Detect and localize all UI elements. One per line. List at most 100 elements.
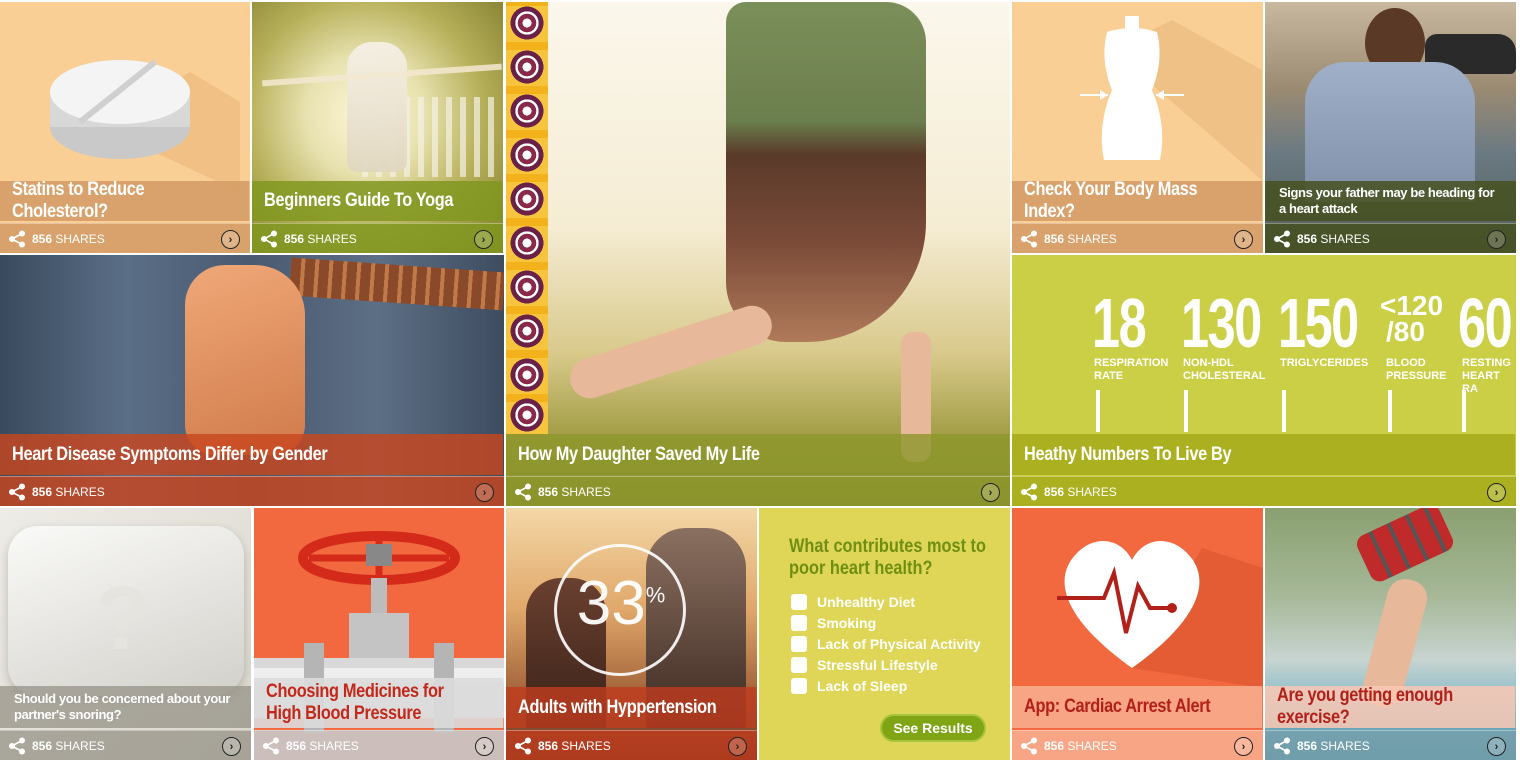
share-icon[interactable] [1273, 737, 1291, 755]
flower-icon [510, 6, 544, 40]
tile-numbers-title[interactable]: Heathy Numbers To Live By [1012, 434, 1515, 475]
percent-value: 33% [566, 568, 676, 639]
share-icon[interactable] [514, 737, 532, 755]
tile-exercise[interactable]: Are you getting enough exercise? 856 SHA… [1265, 508, 1516, 760]
arrow-circle-icon[interactable]: › [474, 230, 493, 249]
stat-value: 60 [1458, 284, 1513, 362]
arrow-circle-icon[interactable]: › [1487, 483, 1506, 502]
quiz-option[interactable]: Smoking [791, 615, 981, 631]
flower-icon [510, 182, 544, 216]
quiz-option[interactable]: Stressful Lifestyle [791, 657, 981, 673]
stat-label: TRIGLYCERIDES [1280, 357, 1368, 370]
stat-value: 18 [1092, 284, 1147, 362]
share-icon[interactable] [260, 230, 278, 248]
quiz-option[interactable]: Unhealthy Diet [791, 594, 981, 610]
checkbox-icon[interactable] [791, 636, 807, 652]
tile-daughter[interactable]: How My Daughter Saved My Life 856 SHARES… [506, 2, 1010, 506]
arrow-circle-icon[interactable]: › [1234, 230, 1253, 249]
tile-yoga-title[interactable]: Beginners Guide To Yoga [252, 181, 503, 221]
flower-icon [510, 226, 544, 260]
checkbox-icon[interactable] [791, 615, 807, 631]
share-bar[interactable]: 856 SHARES › [254, 730, 504, 760]
quiz-option-label: Lack of Sleep [817, 678, 908, 694]
share-bar[interactable]: 856 SHARES › [1012, 476, 1516, 506]
see-results-button[interactable]: See Results [880, 714, 986, 742]
hands [185, 265, 305, 455]
tile-yoga[interactable]: Beginners Guide To Yoga 856 SHARES › [252, 2, 503, 253]
share-word: SHARES [1067, 484, 1117, 499]
tile-snoring-title[interactable]: Should you be concerned about your partn… [0, 686, 251, 728]
stat-label-line2: CHOLESTERAL [1183, 370, 1266, 382]
share-icon[interactable] [8, 230, 26, 248]
flower-icon [510, 138, 544, 172]
share-count-number: 856 [1044, 484, 1065, 499]
share-bar[interactable]: 856 SHARES › [1265, 223, 1516, 253]
tile-father[interactable]: Signs your father may be heading for a h… [1265, 2, 1516, 253]
tile-medicines-title[interactable]: Choosing Medicines for High Blood Pressu… [254, 678, 504, 728]
arrow-circle-icon[interactable]: › [981, 483, 1000, 502]
checkbox-icon[interactable] [791, 594, 807, 610]
mannequin-icon [1080, 16, 1262, 180]
share-icon[interactable] [8, 483, 26, 501]
share-icon[interactable] [1273, 230, 1291, 248]
share-icon[interactable] [514, 483, 532, 501]
share-icon[interactable] [1020, 230, 1038, 248]
tile-bmi[interactable]: Check Your Body Mass Index? 856 SHARES › [1012, 2, 1263, 253]
tile-hypertension-title[interactable]: Adults with Hyppertension [506, 687, 757, 728]
tile-quiz: What contributes most to poor heart heal… [759, 508, 1010, 760]
share-bar[interactable]: 856 SHARES › [0, 730, 251, 760]
arrow-circle-icon[interactable]: › [475, 737, 494, 756]
tile-hypertension[interactable]: 33% Adults with Hyppertension 856 SHARES… [506, 508, 757, 760]
tile-gender-title[interactable]: Heart Disease Symptoms Differ by Gender [0, 434, 503, 475]
stat-bar [1184, 390, 1188, 432]
tile-cardiac[interactable]: App: Cardiac Arrest Alert 856 SHARES › [1012, 508, 1263, 760]
share-count: 856 SHARES [1044, 739, 1117, 753]
quiz-option[interactable]: Lack of Physical Activity [791, 636, 981, 652]
tile-medicines[interactable]: Choosing Medicines for High Blood Pressu… [254, 508, 504, 760]
tile-father-title[interactable]: Signs your father may be heading for a h… [1265, 181, 1516, 221]
share-bar[interactable]: 856 SHARES › [0, 223, 250, 253]
tile-gender[interactable]: Heart Disease Symptoms Differ by Gender … [0, 255, 504, 506]
share-bar[interactable]: 856 SHARES › [252, 223, 503, 253]
tile-exercise-title[interactable]: Are you getting enough exercise? [1265, 685, 1516, 728]
share-bar[interactable]: 856 SHARES › [1265, 730, 1516, 760]
share-bar[interactable]: 856 SHARES › [506, 476, 1010, 506]
tile-statins-title[interactable]: Statins to Reduce Cholesterol? [0, 179, 250, 222]
stat-value-bottom: /80 [1386, 316, 1425, 347]
stat-label-line1: RESTING [1462, 357, 1511, 369]
share-count: 856 SHARES [32, 485, 105, 499]
stat-value: 130 [1181, 284, 1262, 362]
tile-daughter-title[interactable]: How My Daughter Saved My Life [506, 434, 1009, 475]
share-bar[interactable]: 856 SHARES › [1012, 223, 1263, 253]
tile-bmi-title[interactable]: Check Your Body Mass Index? [1012, 179, 1263, 222]
tile-statins[interactable]: Statins to Reduce Cholesterol? 856 SHARE… [0, 2, 250, 253]
share-icon[interactable] [1020, 737, 1038, 755]
share-icon[interactable] [262, 737, 280, 755]
share-bar[interactable]: 856 SHARES › [1012, 730, 1263, 760]
share-bar[interactable]: 856 SHARES › [0, 476, 504, 506]
stat-bar [1462, 390, 1466, 432]
share-count-number: 856 [284, 231, 305, 246]
arrow-circle-icon[interactable]: › [1487, 230, 1506, 249]
quiz-option[interactable]: Lack of Sleep [791, 678, 981, 694]
share-count-number: 856 [32, 231, 53, 246]
arrow-circle-icon[interactable]: › [728, 737, 747, 756]
quiz-question: What contributes most to poor heart heal… [789, 536, 986, 579]
arrow-circle-icon[interactable]: › [475, 483, 494, 502]
share-bar[interactable]: 856 SHARES › [506, 730, 757, 760]
arrow-circle-icon[interactable]: › [1487, 737, 1506, 756]
tile-numbers[interactable]: 18 RESPIRATION RATE 130 NON-HDL CHOLESTERA… [1012, 255, 1516, 506]
share-icon[interactable] [8, 737, 26, 755]
dress [726, 2, 926, 342]
tile-snoring[interactable]: ? Should you be concerned about your par… [0, 508, 251, 760]
arrow-circle-icon[interactable]: › [222, 737, 241, 756]
arrow-circle-icon[interactable]: › [221, 230, 240, 249]
flower-icon [510, 358, 544, 392]
arrow-circle-icon[interactable]: › [1234, 737, 1253, 756]
share-word: SHARES [1067, 231, 1117, 246]
checkbox-icon[interactable] [791, 678, 807, 694]
checkbox-icon[interactable] [791, 657, 807, 673]
share-icon[interactable] [1020, 483, 1038, 501]
stat-bar [1282, 390, 1286, 432]
tile-cardiac-title[interactable]: App: Cardiac Arrest Alert [1012, 686, 1263, 728]
